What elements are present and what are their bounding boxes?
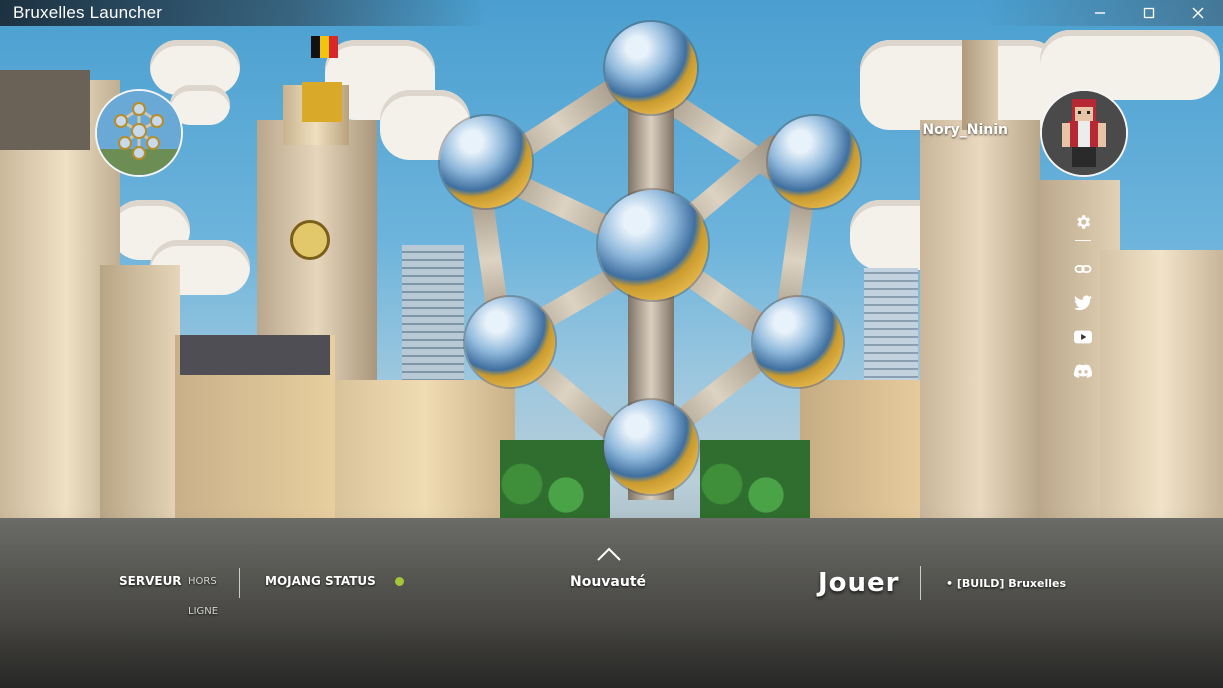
link-icon xyxy=(1074,265,1092,273)
twitter-button[interactable] xyxy=(1073,293,1093,313)
server-label: SERVEUR xyxy=(119,574,182,588)
youtube-button[interactable] xyxy=(1073,327,1093,347)
gear-icon xyxy=(1077,215,1091,229)
minimize-button[interactable] xyxy=(1077,0,1123,26)
atomium-icon xyxy=(97,91,181,175)
status-divider xyxy=(239,568,240,598)
youtube-icon xyxy=(1074,330,1092,344)
server-logo[interactable] xyxy=(95,89,183,177)
username: Nory_Ninin xyxy=(922,122,1008,138)
maximize-button[interactable] xyxy=(1126,0,1172,26)
mojang-status-label: MOJANG STATUS xyxy=(265,574,376,588)
settings-button[interactable] xyxy=(1073,212,1093,232)
maximize-icon xyxy=(1143,7,1155,19)
discord-button[interactable] xyxy=(1073,361,1093,381)
side-menu xyxy=(1073,212,1093,395)
close-button[interactable] xyxy=(1175,0,1221,26)
server-status-line2: LIGNE xyxy=(188,606,219,617)
side-divider xyxy=(1075,240,1091,241)
title-bar[interactable]: Bruxelles Launcher xyxy=(0,0,1223,26)
server-status-line1: HORS xyxy=(188,576,217,587)
player-skin-icon xyxy=(1042,91,1126,175)
minimize-icon xyxy=(1095,12,1105,14)
mojang-status-indicator xyxy=(395,577,404,586)
window-title: Bruxelles Launcher xyxy=(13,3,163,22)
discord-icon xyxy=(1074,364,1092,378)
news-expand-button[interactable] xyxy=(596,546,622,566)
close-icon xyxy=(1192,7,1204,19)
website-link-button[interactable] xyxy=(1073,259,1093,279)
news-button[interactable]: Nouvauté xyxy=(570,574,646,590)
user-avatar[interactable] xyxy=(1040,89,1128,177)
play-divider xyxy=(920,566,921,600)
version-label[interactable]: • [BUILD] Bruxelles xyxy=(946,577,1066,590)
twitter-icon xyxy=(1074,295,1092,311)
chevron-up-icon xyxy=(597,547,621,561)
play-button[interactable]: Jouer xyxy=(818,568,900,598)
